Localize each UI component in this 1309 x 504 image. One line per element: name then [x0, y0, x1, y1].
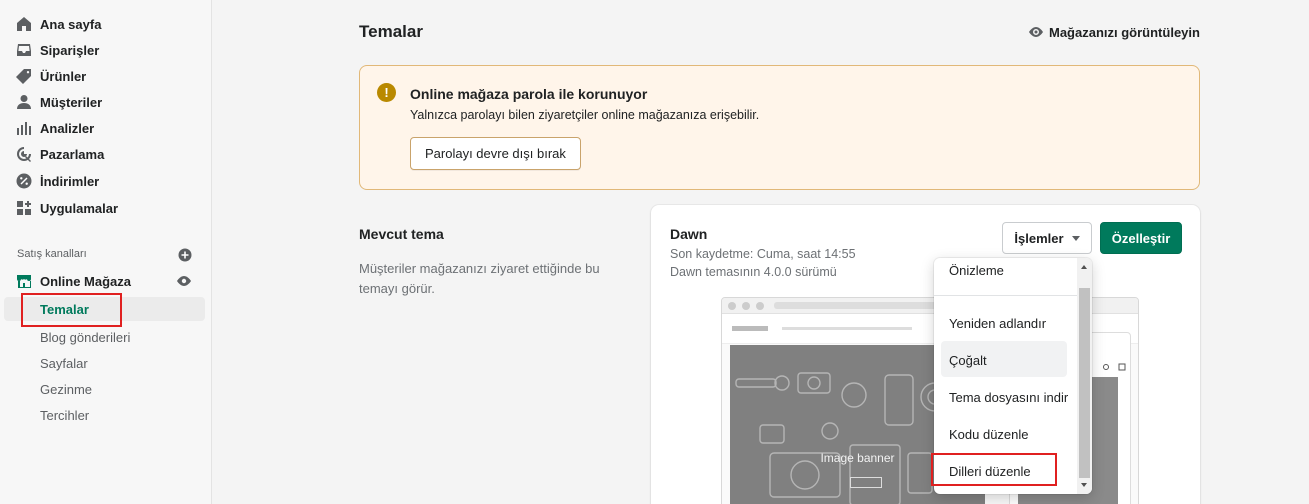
- menu-divider: [934, 295, 1077, 296]
- sidebar-item-label: Uygulamalar: [40, 200, 119, 216]
- customize-button[interactable]: Özelleştir: [1100, 222, 1182, 254]
- theme-card: Dawn Son kaydetme: Cuma, saat 14:55 Dawn…: [651, 205, 1200, 504]
- sales-channels-label: Satış kanalları: [17, 248, 87, 260]
- eye-icon: [1029, 27, 1043, 37]
- bar-chart-icon: [16, 120, 32, 136]
- sidebar-item-label: Ürünler: [40, 68, 87, 84]
- scroll-up-icon[interactable]: [1081, 265, 1087, 269]
- home-icon: [16, 16, 32, 32]
- banner-title: Online mağaza parola ile korunuyor: [410, 86, 648, 102]
- sidebar-subitem-blog-posts[interactable]: Blog gönderileri: [40, 330, 130, 345]
- highlight-box-edit-languages: [931, 453, 1057, 486]
- store-icon: [16, 273, 32, 289]
- sidebar-item-label: Müşteriler: [40, 94, 103, 110]
- scrollbar-thumb[interactable]: [1079, 288, 1090, 478]
- actions-button[interactable]: İşlemler: [1002, 222, 1092, 254]
- sidebar-item-label: Pazarlama: [40, 146, 105, 162]
- target-icon: [16, 146, 32, 162]
- theme-version: Dawn temasının 4.0.0 sürümü: [670, 265, 837, 279]
- sidebar-subitem-navigation[interactable]: Gezinme: [40, 382, 92, 397]
- sidebar-item-products[interactable]: Ürünler: [0, 64, 212, 88]
- caret-down-icon: [1071, 235, 1080, 241]
- sidebar-item-label: Siparişler: [40, 42, 100, 58]
- tag-icon: [16, 68, 32, 84]
- menu-item-rename[interactable]: Yeniden adlandır: [949, 316, 1046, 331]
- sidebar-item-label: Ana sayfa: [40, 16, 102, 32]
- highlight-box-themes: [21, 293, 122, 327]
- sidebar-subitem-pages[interactable]: Sayfalar: [40, 356, 88, 371]
- dropdown-scrollbar[interactable]: [1077, 258, 1092, 494]
- disable-password-button[interactable]: Parolayı devre dışı bırak: [410, 137, 581, 170]
- sidebar-item-analytics[interactable]: Analizler: [0, 116, 212, 140]
- current-theme-title: Mevcut tema: [359, 226, 444, 242]
- sidebar-item-discounts[interactable]: İndirimler: [0, 169, 212, 193]
- eye-icon[interactable]: [176, 274, 192, 288]
- sidebar-item-label: Analizler: [40, 120, 95, 136]
- sidebar: Ana sayfa Siparişler Ürünler Müşteriler …: [0, 0, 212, 504]
- menu-item-edit-code[interactable]: Kodu düzenle: [949, 427, 1029, 442]
- sidebar-item-customers[interactable]: Müşteriler: [0, 90, 212, 114]
- sidebar-item-orders[interactable]: Siparişler: [0, 38, 212, 62]
- sidebar-item-apps[interactable]: Uygulamalar: [0, 196, 212, 220]
- password-banner: ! Online mağaza parola ile korunuyor Yal…: [359, 65, 1200, 190]
- view-store-link[interactable]: Mağazanızı görüntüleyin: [1028, 24, 1200, 40]
- sidebar-item-label: Online Mağaza: [40, 273, 132, 289]
- add-channel-icon[interactable]: [178, 248, 192, 262]
- person-icon: [16, 94, 32, 110]
- page-title: Temalar: [359, 22, 423, 41]
- apps-icon: [16, 200, 32, 216]
- warning-icon: !: [377, 83, 396, 102]
- sidebar-item-marketing[interactable]: Pazarlama: [0, 142, 212, 166]
- actions-label: İşlemler: [1014, 230, 1064, 246]
- menu-item-duplicate[interactable]: Çoğalt: [949, 353, 987, 368]
- theme-saved: Son kaydetme: Cuma, saat 14:55: [670, 247, 856, 261]
- view-store-label: Mağazanızı görüntüleyin: [1049, 24, 1200, 40]
- inbox-icon: [16, 42, 32, 58]
- sidebar-item-label: İndirimler: [40, 173, 100, 189]
- scroll-down-icon[interactable]: [1081, 483, 1087, 487]
- sidebar-item-home[interactable]: Ana sayfa: [0, 12, 212, 36]
- banner-text: Yalnızca parolayı bilen ziyaretçiler onl…: [410, 108, 760, 122]
- menu-item-download-theme[interactable]: Tema dosyasını indir: [949, 390, 1068, 405]
- theme-name: Dawn: [670, 226, 708, 242]
- menu-item-preview[interactable]: Önizleme: [949, 263, 1004, 278]
- current-theme-description: Müşteriler mağazanızı ziyaret ettiğinde …: [359, 261, 600, 296]
- discount-icon: [16, 173, 32, 189]
- sidebar-subitem-preferences[interactable]: Tercihler: [40, 408, 89, 423]
